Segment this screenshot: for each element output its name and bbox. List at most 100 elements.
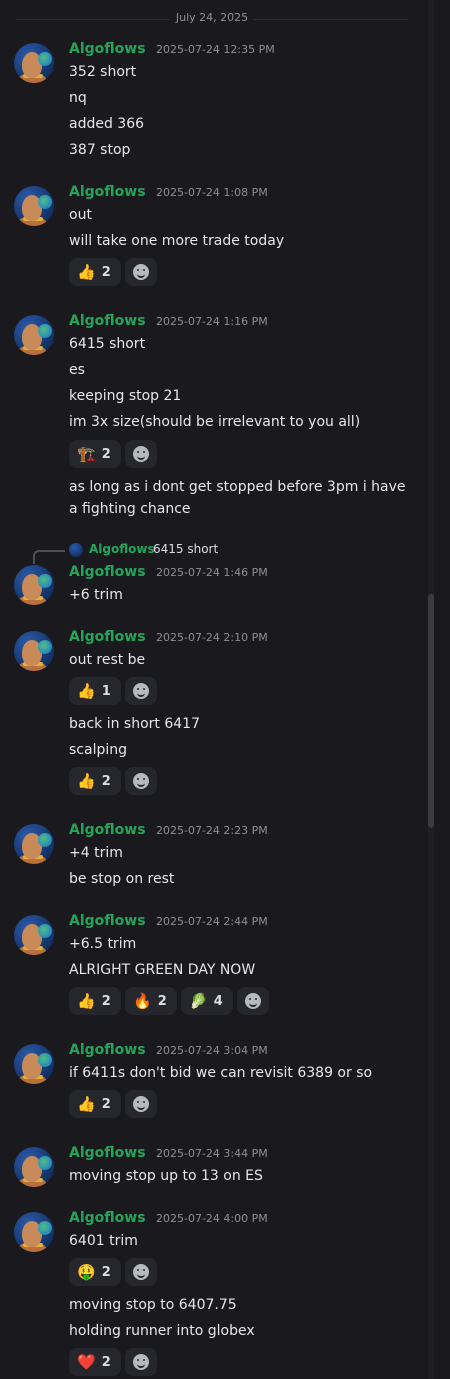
reaction-count: 2: [101, 773, 111, 789]
message-line: nq: [69, 90, 87, 106]
reaction-fire[interactable]: 🔥 2: [125, 987, 177, 1015]
message-line: +6 trim: [69, 587, 123, 603]
add-reaction-button[interactable]: [125, 1090, 157, 1118]
reaction-thumbs-up[interactable]: 👍 2: [69, 1090, 121, 1118]
reaction-heart[interactable]: ❤️ 2: [69, 1348, 121, 1376]
reply-snippet[interactable]: 6415 short: [153, 542, 218, 556]
reaction-count: 4: [213, 993, 223, 1009]
add-reaction-button[interactable]: [125, 440, 157, 468]
timestamp[interactable]: 2025-07-24 4:00 PM: [156, 1212, 268, 1225]
avatar[interactable]: [14, 186, 54, 226]
reaction-count: 2: [101, 1096, 111, 1112]
avatar[interactable]: [14, 915, 54, 955]
avatar[interactable]: [14, 43, 54, 83]
message-header: Algoflows 2025-07-24 2:23 PM: [69, 822, 268, 842]
timestamp[interactable]: 2025-07-24 1:16 PM: [156, 315, 268, 328]
username[interactable]: Algoflows: [69, 1210, 146, 1226]
message-line: moving stop up to 13 on ES: [69, 1168, 263, 1184]
username[interactable]: Algoflows: [69, 41, 146, 57]
reply-username[interactable]: Algoflows: [89, 542, 155, 556]
timestamp[interactable]: 2025-07-24 2:10 PM: [156, 631, 268, 644]
message-header: Algoflows 2025-07-24 4:00 PM: [69, 1210, 268, 1230]
reaction-count: 2: [101, 1354, 111, 1370]
message-line: keeping stop 21: [69, 388, 182, 404]
reaction-count: 2: [101, 1264, 111, 1280]
message-line: if 6411s don't bid we can revisit 6389 o…: [69, 1065, 373, 1081]
reaction-thumbs-up[interactable]: 👍 2: [69, 258, 121, 286]
message-line: added 366: [69, 116, 145, 132]
smiley-add-icon: [133, 1096, 149, 1112]
timestamp[interactable]: 2025-07-24 2:23 PM: [156, 824, 268, 837]
message-header: Algoflows 2025-07-24 1:46 PM: [69, 564, 268, 584]
timestamp[interactable]: 2025-07-24 3:44 PM: [156, 1147, 268, 1160]
add-reaction-button[interactable]: [125, 258, 157, 286]
message-line: scalping: [69, 742, 127, 758]
reaction-bar: 👍 2: [69, 767, 157, 795]
message-line: as long as i dont get stopped before 3pm…: [69, 479, 406, 495]
timestamp[interactable]: 2025-07-24 1:46 PM: [156, 566, 268, 579]
message-line: moving stop to 6407.75: [69, 1297, 237, 1313]
timestamp[interactable]: 2025-07-24 1:08 PM: [156, 186, 268, 199]
avatar[interactable]: [14, 1147, 54, 1187]
add-reaction-button[interactable]: [125, 767, 157, 795]
add-reaction-button[interactable]: [125, 1258, 157, 1286]
reaction-bar: 👍 2: [69, 1090, 157, 1118]
message-line: 6401 trim: [69, 1233, 138, 1249]
message-header: Algoflows 2025-07-24 1:08 PM: [69, 184, 268, 204]
avatar[interactable]: [14, 315, 54, 355]
thumbs-up-icon: 👍: [77, 262, 96, 281]
reaction-crane[interactable]: 🏗️ 2: [69, 440, 121, 468]
username[interactable]: Algoflows: [69, 629, 146, 645]
message-header: Algoflows 2025-07-24 2:10 PM: [69, 629, 268, 649]
message-line: +6.5 trim: [69, 936, 137, 952]
username[interactable]: Algoflows: [69, 913, 146, 929]
reaction-thumbs-up[interactable]: 👍 2: [69, 767, 121, 795]
message-header: Algoflows 2025-07-24 12:35 PM: [69, 41, 275, 61]
scrollbar-thumb[interactable]: [428, 594, 434, 828]
username[interactable]: Algoflows: [69, 1042, 146, 1058]
avatar[interactable]: [14, 824, 54, 864]
username[interactable]: Algoflows: [69, 564, 146, 580]
message-line: 387 stop: [69, 142, 131, 158]
reaction-money-mouth[interactable]: 🤑 2: [69, 1258, 121, 1286]
thumbs-up-icon: 👍: [77, 1094, 96, 1113]
message-header: Algoflows 2025-07-24 3:04 PM: [69, 1042, 268, 1062]
reaction-thumbs-up[interactable]: 👍 1: [69, 677, 121, 705]
username[interactable]: Algoflows: [69, 1145, 146, 1161]
message-line: back in short 6417: [69, 716, 200, 732]
reaction-thumbs-up[interactable]: 👍 2: [69, 987, 121, 1015]
avatar[interactable]: [14, 631, 54, 671]
reaction-bar: 👍 2: [69, 258, 157, 286]
thumbs-up-icon: 👍: [77, 991, 96, 1010]
timestamp[interactable]: 2025-07-24 2:44 PM: [156, 915, 268, 928]
add-reaction-button[interactable]: [125, 677, 157, 705]
avatar[interactable]: [14, 1044, 54, 1084]
message-line: holding runner into globex: [69, 1323, 255, 1339]
date-divider-label: July 24, 2025: [169, 11, 255, 24]
username[interactable]: Algoflows: [69, 313, 146, 329]
reaction-bar: 👍 1: [69, 677, 157, 705]
timestamp[interactable]: 2025-07-24 12:35 PM: [156, 43, 275, 56]
message-line: a fighting chance: [69, 501, 191, 517]
timestamp[interactable]: 2025-07-24 3:04 PM: [156, 1044, 268, 1057]
add-reaction-button[interactable]: [237, 987, 269, 1015]
smiley-add-icon: [133, 1264, 149, 1280]
message-header: Algoflows 2025-07-24 2:44 PM: [69, 913, 268, 933]
reply-avatar: [69, 543, 83, 557]
avatar[interactable]: [14, 1212, 54, 1252]
reaction-count: 2: [101, 264, 111, 280]
thumbs-up-icon: 👍: [77, 681, 96, 700]
message-line: out rest be: [69, 652, 146, 668]
crane-icon: 🏗️: [77, 444, 96, 463]
add-reaction-button[interactable]: [125, 1348, 157, 1376]
username[interactable]: Algoflows: [69, 184, 146, 200]
avatar[interactable]: [14, 565, 54, 605]
smiley-add-icon: [245, 993, 261, 1009]
reaction-leafy-green[interactable]: 🥬 4: [181, 987, 233, 1015]
reaction-bar: ❤️ 2: [69, 1348, 157, 1376]
username[interactable]: Algoflows: [69, 822, 146, 838]
message-line: be stop on rest: [69, 871, 175, 887]
smiley-add-icon: [133, 773, 149, 789]
message-header: Algoflows 2025-07-24 1:16 PM: [69, 313, 268, 333]
message-line: 6415 short: [69, 336, 146, 352]
